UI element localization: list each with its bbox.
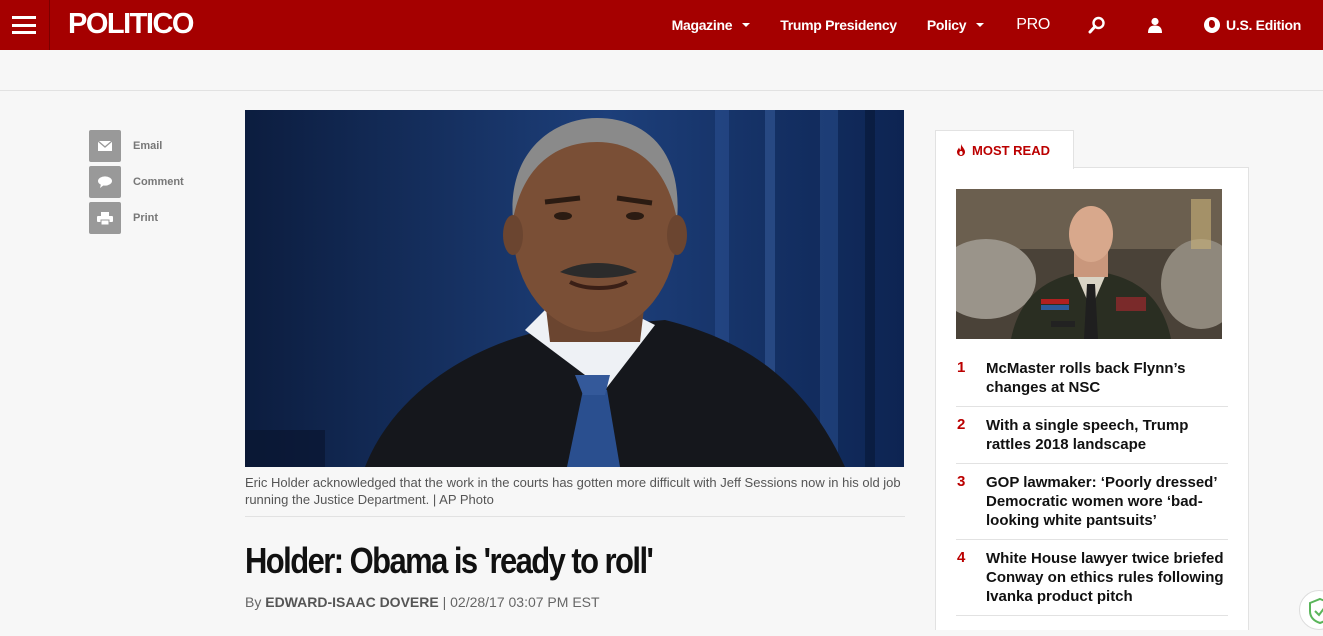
list-item[interactable]: 2 With a single speech, Trump rattles 20… bbox=[956, 407, 1228, 464]
email-button[interactable] bbox=[89, 130, 121, 162]
comment-button[interactable] bbox=[89, 166, 121, 198]
rank-number: 4 bbox=[957, 549, 966, 566]
chevron-down-icon bbox=[742, 23, 751, 27]
tab-most-read-label: MOST READ bbox=[972, 142, 1050, 158]
byline-prefix: By bbox=[245, 594, 262, 610]
flame-icon bbox=[957, 144, 965, 156]
story-link[interactable]: With a single speech, Trump rattles 2018… bbox=[986, 416, 1226, 454]
edition-selector[interactable]: U.S. Edition bbox=[1184, 0, 1323, 50]
nav-magazine[interactable]: Magazine bbox=[658, 0, 765, 50]
most-read-panel: MOST READ 1 McMaster rolls back Flynn’s … bbox=[935, 130, 1249, 630]
print-button[interactable] bbox=[89, 202, 121, 234]
article-hero-image[interactable] bbox=[245, 110, 904, 467]
top-nav-bar: POLITICO Magazine Trump Presidency Polic… bbox=[0, 0, 1323, 50]
tab-most-read[interactable]: MOST READ bbox=[935, 130, 1074, 169]
image-caption: Eric Holder acknowledged that the work i… bbox=[245, 474, 905, 517]
share-email[interactable]: Email bbox=[89, 130, 184, 162]
nav-trump-presidency-label: Trump Presidency bbox=[780, 17, 897, 33]
list-item[interactable]: 1 McMaster rolls back Flynn’s changes at… bbox=[956, 350, 1228, 407]
divider bbox=[49, 0, 50, 50]
list-item[interactable]: 3 GOP lawmaker: ‘Poorly dressed’ Democra… bbox=[956, 464, 1228, 540]
menu-button[interactable] bbox=[0, 0, 48, 50]
most-read-list: 1 McMaster rolls back Flynn’s changes at… bbox=[956, 350, 1228, 616]
print-icon bbox=[97, 211, 113, 225]
account-button[interactable] bbox=[1126, 0, 1184, 50]
email-label[interactable]: Email bbox=[133, 140, 162, 152]
globe-icon bbox=[1204, 17, 1221, 33]
search-icon bbox=[1088, 16, 1105, 34]
print-label[interactable]: Print bbox=[133, 212, 158, 224]
comment-icon bbox=[98, 176, 112, 188]
article-headline: Holder: Obama is 'ready to roll' bbox=[245, 540, 654, 581]
email-icon bbox=[98, 141, 112, 151]
rank-number: 3 bbox=[957, 473, 966, 490]
edition-label: U.S. Edition bbox=[1226, 17, 1301, 33]
nav-magazine-label: Magazine bbox=[671, 17, 733, 33]
comment-label[interactable]: Comment bbox=[133, 176, 184, 188]
user-icon bbox=[1148, 17, 1163, 33]
nav-pro[interactable]: PRO bbox=[998, 0, 1068, 50]
author-link[interactable]: EDWARD-ISAAC DOVERE bbox=[265, 594, 438, 610]
story-link[interactable]: McMaster rolls back Flynn’s changes at N… bbox=[986, 359, 1226, 397]
shield-button[interactable] bbox=[1299, 590, 1323, 630]
shield-icon bbox=[1309, 597, 1323, 625]
tab-bar: MOST READ bbox=[935, 130, 1249, 169]
list-item[interactable]: 4 White House lawyer twice briefed Conwa… bbox=[956, 540, 1228, 616]
secondary-bar bbox=[0, 50, 1323, 91]
share-tools: Email Comment Print bbox=[89, 130, 184, 238]
story-link[interactable]: GOP lawmaker: ‘Poorly dressed’ Democrati… bbox=[986, 473, 1226, 530]
rank-number: 1 bbox=[957, 359, 966, 376]
timestamp: | 02/28/17 03:07 PM EST bbox=[442, 594, 600, 610]
story-link[interactable]: White House lawyer twice briefed Conway … bbox=[986, 549, 1226, 606]
search-button[interactable] bbox=[1068, 0, 1126, 50]
nav-policy-label: Policy bbox=[926, 17, 967, 33]
menu-icon bbox=[12, 16, 36, 34]
main-nav: Magazine Trump Presidency Policy PRO U.S… bbox=[658, 0, 1323, 50]
nav-policy[interactable]: Policy bbox=[913, 0, 998, 50]
rank-number: 2 bbox=[957, 416, 966, 433]
site-logo[interactable]: POLITICO bbox=[68, 8, 194, 41]
byline: By EDWARD-ISAAC DOVERE | 02/28/17 03:07 … bbox=[245, 594, 600, 610]
nav-trump-presidency[interactable]: Trump Presidency bbox=[764, 0, 913, 50]
share-comment[interactable]: Comment bbox=[89, 166, 184, 198]
most-read-thumbnail[interactable] bbox=[956, 189, 1222, 339]
chevron-down-icon bbox=[976, 23, 985, 27]
share-print[interactable]: Print bbox=[89, 202, 184, 234]
